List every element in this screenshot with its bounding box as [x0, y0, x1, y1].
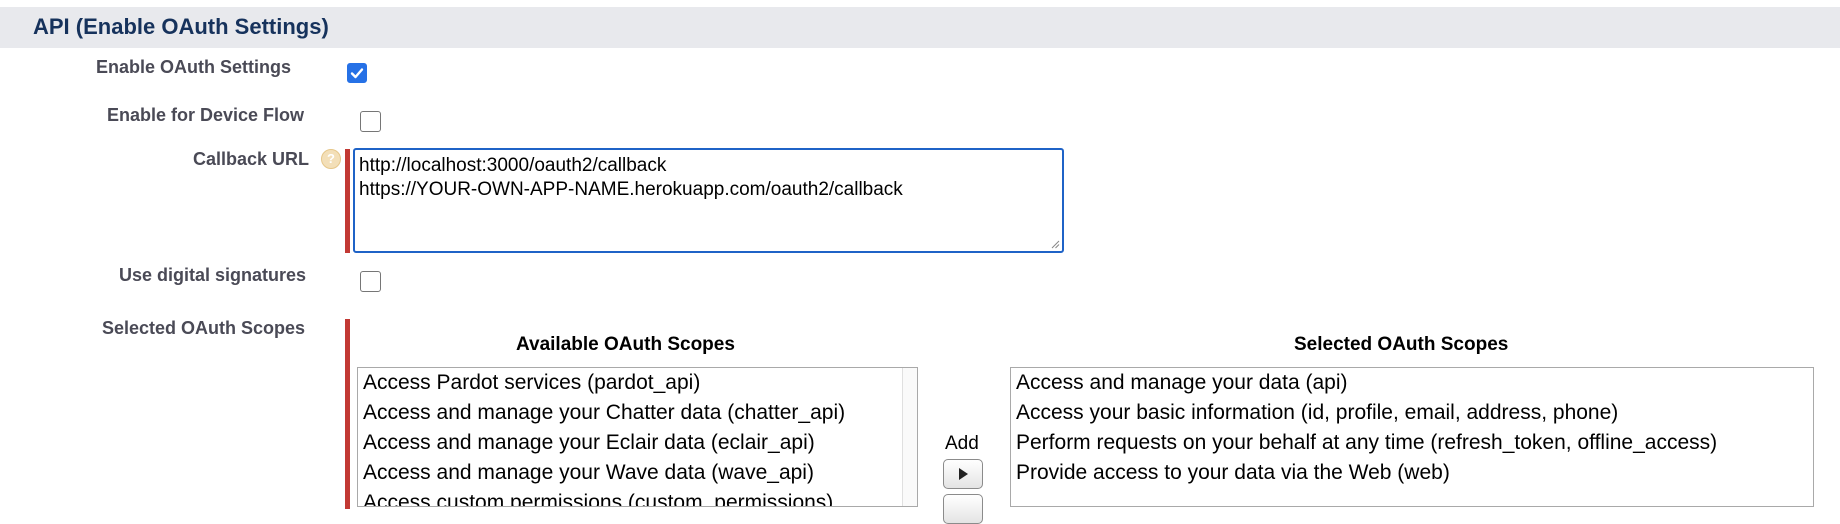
add-label: Add: [945, 433, 979, 454]
arrow-right-icon: [959, 468, 968, 480]
list-item[interactable]: Access and manage your Wave data (wave_a…: [358, 458, 917, 488]
enable-oauth-label: Enable OAuth Settings: [96, 57, 292, 77]
device-flow-checkbox[interactable]: [360, 111, 381, 132]
digital-signatures-label: Use digital signatures: [119, 265, 307, 285]
list-item[interactable]: Provide access to your data via the Web …: [1011, 458, 1813, 488]
required-indicator: [345, 319, 350, 509]
help-icon[interactable]: ?: [321, 149, 341, 169]
selected-scopes-title: Selected OAuth Scopes: [1294, 334, 1509, 355]
list-item[interactable]: Access Pardot services (pardot_api): [358, 368, 917, 398]
section-title: API (Enable OAuth Settings): [33, 14, 329, 39]
oauth-scopes-label: Selected OAuth Scopes: [102, 318, 306, 338]
callback-url-textarea[interactable]: http://localhost:3000/oauth2/callback ht…: [353, 148, 1064, 253]
list-item[interactable]: Access your basic information (id, profi…: [1011, 398, 1813, 428]
add-button[interactable]: [943, 459, 983, 489]
remove-button[interactable]: [943, 494, 983, 524]
callback-url-line: http://localhost:3000/oauth2/callback: [359, 155, 667, 176]
list-item[interactable]: Access and manage your data (api): [1011, 368, 1813, 398]
device-flow-label: Enable for Device Flow: [107, 105, 305, 125]
callback-url-line: https://YOUR-OWN-APP-NAME.herokuapp.com/…: [359, 179, 903, 200]
enable-oauth-checkbox[interactable]: [347, 63, 367, 83]
checkmark-icon: [350, 68, 364, 79]
list-item[interactable]: Access and manage your Eclair data (ecla…: [358, 428, 917, 458]
scrollbar[interactable]: [902, 368, 917, 506]
required-indicator: [345, 149, 350, 253]
list-item[interactable]: Perform requests on your behalf at any t…: [1011, 428, 1813, 458]
callback-url-label: Callback URL: [193, 149, 310, 169]
available-scopes-title: Available OAuth Scopes: [516, 334, 735, 355]
list-item[interactable]: Access and manage your Chatter data (cha…: [358, 398, 917, 428]
resize-grip-icon[interactable]: [1050, 239, 1060, 249]
available-scopes-list[interactable]: Access Pardot services (pardot_api) Acce…: [357, 367, 918, 507]
selected-scopes-list[interactable]: Access and manage your data (api) Access…: [1010, 367, 1814, 507]
digital-signatures-checkbox[interactable]: [360, 271, 381, 292]
